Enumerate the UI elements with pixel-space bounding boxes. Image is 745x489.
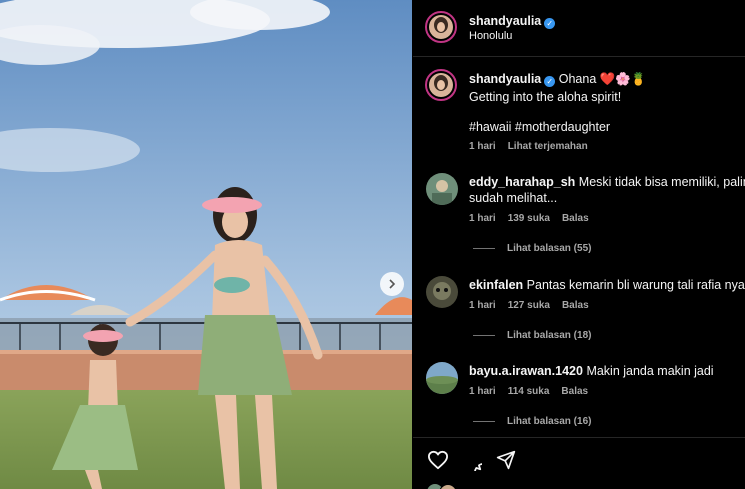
- comment-icon[interactable]: [461, 450, 482, 471]
- reply-button[interactable]: Balas: [562, 300, 589, 311]
- caption-username[interactable]: shandyaulia: [469, 72, 541, 86]
- view-replies-label: Lihat balasan (16): [507, 416, 592, 427]
- comment-username[interactable]: eddy_harahap_sh: [469, 175, 575, 189]
- comment-likes[interactable]: 114 suka: [508, 386, 550, 397]
- caption-text-line2: Getting into the aloha spirit!: [469, 90, 622, 104]
- beach-photo-illustration: [0, 0, 412, 489]
- replies-divider-line: [473, 247, 495, 249]
- comment-text: ekinfalen Pantas kemarin bli warung tali…: [469, 278, 745, 292]
- verified-badge-icon: ✓: [544, 18, 556, 29]
- reply-button[interactable]: Balas: [561, 386, 588, 397]
- caption-line1: shandyaulia ✓ Ohana ❤️🌸🍍: [469, 72, 739, 87]
- comment-text-line2: sudah melihat...: [469, 191, 558, 205]
- comment-username[interactable]: ekinfalen: [469, 278, 523, 292]
- actions-divider: [413, 437, 745, 438]
- comment-likes[interactable]: 139 suka: [508, 213, 550, 224]
- header-username[interactable]: shandyaulia: [469, 14, 541, 28]
- replies-divider-line: [473, 334, 495, 336]
- post-sidebar: shandyaulia ✓ Honolulu shandyaulia ✓ Ohana…: [413, 0, 745, 489]
- header-location[interactable]: Honolulu: [469, 30, 512, 42]
- verified-badge-icon: ✓: [544, 76, 556, 87]
- comment-text: bayu.a.irawan.1420 Makin janda makin jad…: [469, 364, 745, 378]
- view-replies-label: Lihat balasan (18): [507, 330, 592, 341]
- caption-hashtags[interactable]: #hawaii #motherdaughter: [469, 120, 610, 134]
- reply-button[interactable]: Balas: [562, 213, 589, 224]
- see-translation-link[interactable]: Lihat terjemahan: [508, 141, 588, 152]
- comment-meta: 1 hari 114 suka Balas: [469, 386, 600, 397]
- next-photo-button[interactable]: [380, 272, 404, 296]
- comment-meta: 1 hari 127 suka Balas: [469, 300, 601, 311]
- caption-text: Ohana ❤️🌸🍍: [558, 72, 647, 86]
- comment-time: 1 hari: [469, 300, 496, 311]
- comment-body: Pantas kemarin bli warung tali rafia nya: [526, 278, 745, 292]
- view-replies-label: Lihat balasan (55): [507, 243, 592, 254]
- comment-text: eddy_harahap_sh Meski tidak bisa memilik…: [469, 175, 745, 189]
- heart-icon[interactable]: [427, 450, 449, 470]
- caption-time: 1 hari: [469, 141, 496, 152]
- view-replies-button[interactable]: Lihat balasan (55): [473, 243, 591, 254]
- chevron-right-icon: [389, 279, 396, 289]
- comment-avatar[interactable]: [426, 173, 458, 205]
- header-username-row: shandyaulia ✓: [469, 12, 556, 30]
- comment-avatar[interactable]: [426, 276, 458, 308]
- comment-likes[interactable]: 127 suka: [508, 300, 550, 311]
- avatar-image: [429, 15, 453, 39]
- comment-time: 1 hari: [469, 213, 496, 224]
- comment-avatar[interactable]: [426, 362, 458, 394]
- comment-time: 1 hari: [469, 386, 496, 397]
- header-avatar[interactable]: [425, 11, 457, 43]
- caption-meta: 1 hari Lihat terjemahan: [469, 141, 600, 152]
- comment-username[interactable]: bayu.a.irawan.1420: [469, 364, 583, 378]
- view-replies-button[interactable]: Lihat balasan (16): [473, 416, 591, 427]
- caption-avatar[interactable]: [425, 69, 457, 101]
- post-photo: [0, 0, 412, 489]
- replies-divider-line: [473, 420, 495, 422]
- liked-by-avatar: [439, 484, 457, 489]
- view-replies-button[interactable]: Lihat balasan (18): [473, 330, 591, 341]
- comment-meta: 1 hari 139 suka Balas: [469, 213, 601, 224]
- send-icon[interactable]: [496, 450, 516, 470]
- comment-body: Makin janda makin jadi: [586, 364, 714, 378]
- avatar-image: [429, 73, 453, 97]
- header-divider: [413, 56, 745, 57]
- comment-body: Meski tidak bisa memiliki, palin: [578, 175, 745, 189]
